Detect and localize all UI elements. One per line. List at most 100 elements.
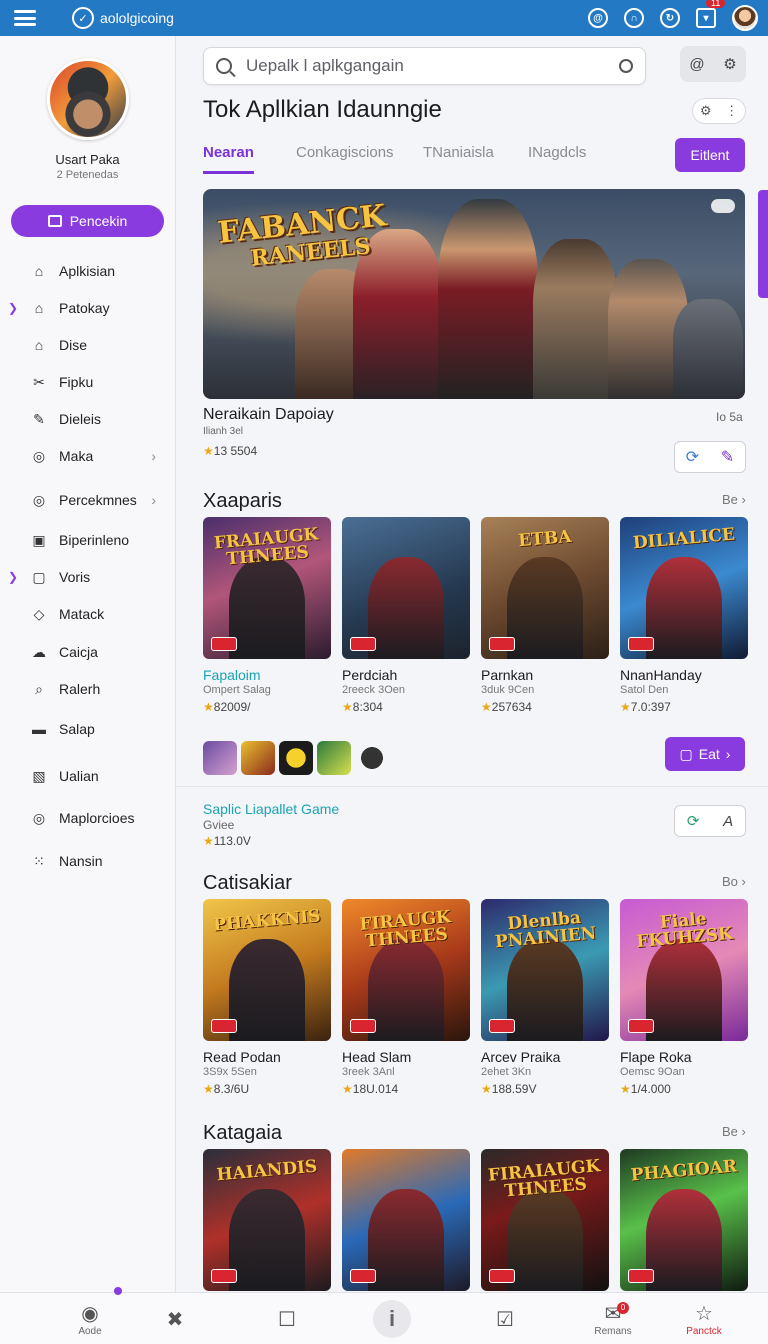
sidebar-item-label: Nansin [59,853,103,869]
sidebar-item-fipku[interactable]: ✂ Fipku [0,369,176,395]
game-card[interactable]: FIRAIAUGK THNEES [481,1149,609,1291]
game-card[interactable]: PHAKKNIS Read Podan 3S9x 5Sen ★8.3/6U [203,899,331,1096]
sidebar-item-percekmnes[interactable]: ◎ Percekmnes › [0,487,176,513]
game-card[interactable]: Fiale FKUHZSK Flape Roka Oemsc 9Oan ★1/4.00… [620,899,748,1096]
sidebar-item-dise[interactable]: ⌂ Dise [0,332,176,358]
game-card[interactable]: ETBA Parnkan 3duk 9Cen ★257634 [481,517,609,714]
sidebar-item-aplkisian[interactable]: ⌂ Aplkisian [0,258,176,284]
game-icon[interactable] [355,741,389,775]
bottom-nav-checkbox[interactable]: ☑ [470,1293,540,1344]
game-thumbnail[interactable]: PHAGIOAR [620,1149,748,1291]
game-logo: FIRAUGK THNEES [358,907,452,952]
game-title: Read Podan [203,1049,281,1065]
sidebar-item-voris[interactable]: ❯ ▢ Voris [0,564,176,590]
game-card[interactable]: FIRAUGK THNEES Head Slam 3reek 3Anl ★18U.01… [342,899,470,1096]
brand[interactable]: ✓ aololgicoing [72,7,174,29]
search-input[interactable] [246,56,616,76]
bottom-nav-close[interactable]: ✖ [140,1293,210,1344]
bottom-nav-message[interactable]: ✉ Remans [578,1293,648,1344]
at-icon[interactable]: @ [689,56,704,73]
promo-title[interactable]: Saplic Liapallet Game [203,801,339,817]
game-thumbnail[interactable] [342,1149,470,1291]
game-thumbnail[interactable]: Fiale FKUHZSK [620,899,748,1041]
bottom-nav-info[interactable]: i [357,1293,427,1344]
game-tag-icon [350,1019,376,1033]
eat-button[interactable]: ▢ Eat › [665,737,745,771]
sidebar-item-patokay[interactable]: ❯ ⌂ Patokay [0,295,176,321]
sidebar-item-matack[interactable]: ◇ Matack [0,601,176,627]
tab-nearan[interactable]: Nearan [203,144,254,174]
game-logo: PHAKKNIS [212,906,322,936]
game-thumbnail[interactable]: PHAKKNIS [203,899,331,1041]
sidebar-item-nansin[interactable]: ⁙ Nansin [0,848,176,874]
game-icon[interactable] [279,741,313,775]
game-card[interactable]: DILIALICE NnanHanday Satol Den ★7.0:397 [620,517,748,714]
game-logo: ETBA [517,526,573,552]
sync-icon[interactable]: ⟳ [687,812,700,830]
info-icon: i [373,1300,411,1338]
section-more-link[interactable]: Be › [722,492,746,507]
gear-icon[interactable]: ⚙ [723,55,736,73]
game-thumbnail[interactable]: ETBA [481,517,609,659]
game-card[interactable]: HAIANDIS [203,1149,331,1291]
sync-icon[interactable]: ⟳ [686,447,699,467]
section-more-link[interactable]: Bo › [722,874,746,889]
game-thumbnail[interactable]: Dlenlba PNAINIEN [481,899,609,1041]
game-thumbnail[interactable]: FRAIAUGK THNEES [203,517,331,659]
tab-bar: Nearan Conkagiscions TNaniaisla INagdcls [203,144,743,176]
game-icon[interactable] [317,741,351,775]
bottom-nav-home[interactable]: ◉ Aode [55,1293,125,1344]
game-tag-icon [350,637,376,651]
side-drawer-tab[interactable] [758,190,768,298]
game-logo: Dlenlba PNAINIEN [494,907,598,953]
featured-title[interactable]: Neraikain Dapoiay [203,406,334,424]
home-icon: ⌂ [34,263,44,279]
section-title: Katagaia [203,1122,282,1144]
game-thumbnail[interactable]: FIRAUGK THNEES [342,899,470,1041]
game-card[interactable] [342,1149,470,1291]
game-thumbnail[interactable] [342,517,470,659]
bottom-nav-star[interactable]: ☆ Panctck [669,1293,739,1344]
checkbox-icon: ☑ [496,1308,514,1331]
sidebar-item-maplorcioes[interactable]: ◎ Maplorcioes [0,805,176,831]
game-icon[interactable] [203,741,237,775]
tab-conkagiscions[interactable]: Conkagiscions [296,144,394,171]
hero-toggle[interactable] [711,199,735,213]
settings-button[interactable]: ⚙ ⋮ [692,98,746,124]
text-icon[interactable]: A [723,813,733,830]
notifications-button[interactable]: ▾ 11 [696,0,726,28]
section-more-link[interactable]: Be › [722,1124,746,1139]
game-card[interactable]: Dlenlba PNAINIEN Arcev Praika 2ehet 3Kn ★18… [481,899,609,1096]
game-thumbnail[interactable]: FIRAIAUGK THNEES [481,1149,609,1291]
edit-button[interactable]: Eitlent [675,138,745,172]
game-thumbnail[interactable]: DILIALICE [620,517,748,659]
game-tag-icon [628,637,654,651]
menu-icon[interactable] [14,10,36,26]
game-card[interactable]: FRAIAUGK THNEES Fapaloim Ompert Salag ★8200… [203,517,331,714]
search-bar[interactable] [203,47,646,85]
sidebar-primary-button[interactable]: Pencekin [11,205,164,237]
tab-tnaniaisla[interactable]: TNaniaisla [423,144,494,171]
at-icon[interactable]: @ [588,8,608,28]
refresh-icon[interactable]: ↻ [660,8,680,28]
sidebar-item-caicja[interactable]: ☁ Caicja [0,639,176,665]
sidebar-item-biperinleno[interactable]: ▣ Biperinleno [0,527,176,553]
profile-avatar[interactable] [46,58,129,140]
promo-actions: ⟳ A [674,805,746,837]
game-icon[interactable] [241,741,275,775]
sidebar-item-salap[interactable]: ▬ Salap [0,716,176,742]
hero-banner[interactable]: FABANCK RANEELS [203,189,745,399]
headset-icon[interactable]: ∩ [624,8,644,28]
tab-inagdcls[interactable]: INagdcls [528,144,586,171]
search-submit-icon[interactable] [619,59,633,73]
sidebar-item-ralerh[interactable]: ⌕ Ralerh [0,676,176,702]
game-thumbnail[interactable]: HAIANDIS [203,1149,331,1291]
game-card[interactable]: PHAGIOAR [620,1149,748,1291]
sidebar-item-maka[interactable]: ◎ Maka › [0,443,176,469]
user-avatar[interactable] [732,5,758,31]
edit-icon[interactable]: ✎ [721,447,734,467]
sidebar-item-ualian[interactable]: ▧ Ualian [0,763,176,789]
game-card[interactable]: Perdciah 2reeck 3Oen ★8:304 [342,517,470,714]
bottom-nav-square[interactable]: ☐ [252,1293,322,1344]
sidebar-item-dieleis[interactable]: ✎ Dieleis [0,406,176,432]
